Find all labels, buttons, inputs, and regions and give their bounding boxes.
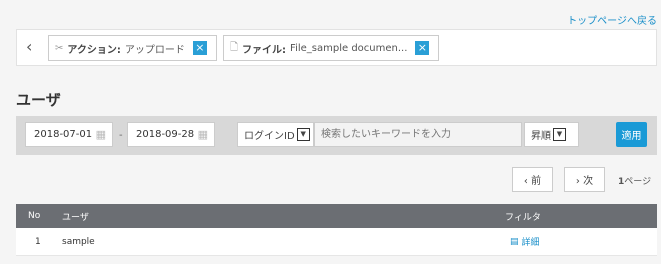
calendar-icon[interactable]: ▦ [198,128,208,141]
filter-key: アクション: [67,44,121,56]
chevron-down-icon: ▼ [553,128,566,141]
date-to-value: 2018-09-28 [136,129,195,140]
back-to-top-link[interactable]: トップページへ戻る [567,12,657,27]
date-to-field[interactable]: 2018-09-28 ▦ [127,122,215,147]
filter-value: アップロード [124,44,185,56]
detail-link[interactable]: ▤ 詳細 [510,228,540,255]
list-icon: ▤ [510,236,519,247]
active-filters-bar: ‹ ✂ アクション: アップロード × 🗋 ファイル: File_sample … [16,29,657,66]
column-header-user: ユーザ [62,212,89,223]
apply-button[interactable]: 適用 [616,122,647,147]
field-select-value: ログインID [244,131,295,142]
date-separator: - [119,130,123,141]
tools-icon: ✂ [55,42,64,54]
row-user: sample [62,236,95,247]
column-header-no: No [28,211,41,221]
date-from-value: 2018-07-01 [34,129,93,140]
detail-label: 詳細 [521,238,540,248]
table-header: No ユーザ フィルタ [16,204,657,228]
document-icon: 🗋 [230,41,239,53]
calendar-icon[interactable]: ▦ [96,128,106,141]
order-select[interactable]: 昇順 ▼ [524,122,579,147]
row-no: 1 [35,236,41,247]
page-suffix: ページ [624,177,652,187]
filter-chip-action: ✂ アクション: アップロード × [48,35,217,61]
table-row: 1 sample ▤ 詳細 [16,228,657,256]
field-select[interactable]: ログインID ▼ [237,122,314,147]
next-page-button[interactable]: › 次 [564,167,605,192]
section-title: ユーザ [16,91,61,109]
chevron-down-icon: ▼ [296,128,310,141]
order-select-value: 昇順 [531,131,551,142]
chevron-left-icon[interactable]: ‹ [26,39,32,55]
keyword-input[interactable] [314,122,522,147]
filter-value: File_sample documen... [290,42,408,54]
prev-page-button[interactable]: ‹ 前 [512,167,553,192]
date-from-field[interactable]: 2018-07-01 ▦ [25,122,113,147]
close-icon[interactable]: × [415,41,430,55]
search-bar: 2018-07-01 ▦ - 2018-09-28 ▦ ログインID ▼ 昇順 … [16,116,657,155]
close-icon[interactable]: × [192,41,207,55]
column-header-filter: フィルタ [505,212,541,223]
page-indicator: 1ページ [618,174,651,187]
users-table: No ユーザ フィルタ 1 sample ▤ 詳細 [16,204,657,256]
filter-chip-file: 🗋 ファイル: File_sample documen... × [223,35,439,61]
filter-key: ファイル: [242,44,287,56]
